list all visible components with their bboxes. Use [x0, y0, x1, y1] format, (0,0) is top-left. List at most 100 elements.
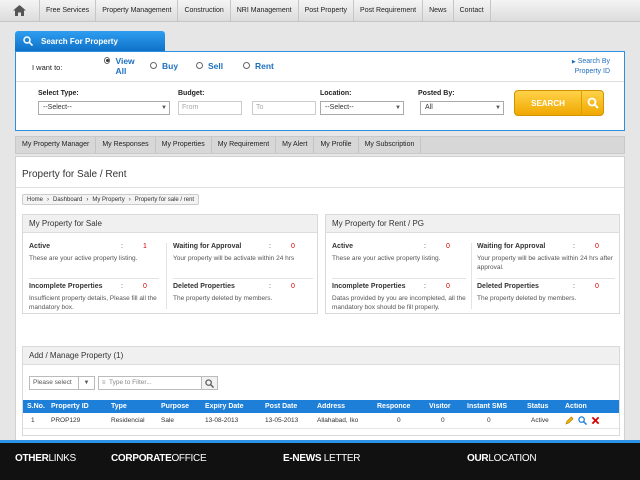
rent-deleted-colon: :	[573, 283, 575, 290]
subnav-responses[interactable]: My Responses	[96, 137, 156, 153]
sale-active-title[interactable]: Active	[29, 243, 50, 250]
divider	[173, 278, 313, 279]
subnav-profile[interactable]: My Profile	[314, 137, 359, 153]
location-dropdown[interactable]: --Select--	[320, 101, 404, 115]
budget-to-input[interactable]: To	[252, 101, 316, 115]
filter-input[interactable]: ≡ Type to Filter...	[98, 376, 202, 390]
nav-property-management[interactable]: Property Management	[96, 0, 179, 22]
subnav-subscription[interactable]: My Subscription	[359, 137, 422, 153]
divider	[166, 243, 167, 309]
view-search-icon[interactable]	[578, 416, 587, 425]
cell-expiry-date: 13-08-2013	[205, 417, 239, 424]
footer-other-links[interactable]: OTHERLINKS	[15, 453, 76, 464]
rent-deleted-count[interactable]: 0	[595, 283, 599, 290]
radio-sell-label: Sell	[208, 61, 224, 71]
rent-waiting-title[interactable]: Waiting for Approval	[477, 243, 545, 250]
budget-from-input[interactable]: From	[178, 101, 242, 115]
sale-waiting-count[interactable]: 0	[291, 243, 295, 250]
footer-corporate-rest: OFFICE	[171, 453, 207, 464]
sale-incomplete-title[interactable]: Incomplete Properties	[29, 283, 103, 290]
rent-incomplete-count[interactable]: 0	[446, 283, 450, 290]
radio-view-all[interactable]: View All	[104, 56, 144, 76]
search-tab[interactable]: Search For Property	[15, 31, 165, 51]
select-type-dropdown[interactable]: --Select--	[38, 101, 170, 115]
home-button[interactable]	[0, 0, 40, 22]
divider	[477, 278, 615, 279]
radio-sell[interactable]: Sell	[196, 61, 223, 71]
rent-active-count[interactable]: 0	[446, 243, 450, 250]
radio-rent[interactable]: Rent	[243, 61, 274, 71]
breadcrumb-dashboard[interactable]: Dashboard	[49, 197, 86, 203]
rent-deleted-title[interactable]: Deleted Properties	[477, 283, 539, 290]
select-type-label: Select Type:	[38, 90, 79, 97]
footer-corporate-office[interactable]: CORPORATEOFFICE	[111, 453, 207, 464]
sale-deleted-colon: :	[269, 283, 271, 290]
col-action: Action	[565, 403, 587, 410]
nav-nri-management[interactable]: NRI Management	[231, 0, 299, 22]
breadcrumb-home[interactable]: Home	[23, 197, 47, 203]
radio-buy-circle[interactable]	[150, 62, 157, 69]
col-purpose: Purpose	[161, 403, 190, 410]
sale-deleted-title[interactable]: Deleted Properties	[173, 283, 235, 290]
search-by-id-link[interactable]: ▶ Search By Property ID	[564, 57, 610, 76]
breadcrumb: Home › Dashboard › My Property › Propert…	[22, 194, 200, 205]
rent-waiting-count[interactable]: 0	[595, 243, 599, 250]
breadcrumb-my-property[interactable]: My Property	[88, 197, 128, 203]
search-icon	[23, 36, 33, 46]
cell-address: Allahabad, Iko	[317, 417, 359, 424]
account-subnav: My Property Manager My Responses My Prop…	[15, 136, 625, 154]
col-responce: Responce	[377, 403, 411, 410]
nav-post-property[interactable]: Post Property	[299, 0, 355, 22]
chevron-down-icon[interactable]: ▼	[78, 377, 94, 389]
posted-by-dropdown[interactable]: All	[420, 101, 504, 115]
filter-search-button[interactable]	[201, 376, 218, 390]
footer-enews-letter[interactable]: E-NEWS LETTER	[283, 453, 361, 464]
sale-incomplete-desc: Insufficient property details, Please fi…	[29, 295, 157, 311]
nav-contact[interactable]: Contact	[454, 0, 491, 22]
col-type: Type	[111, 403, 127, 410]
footer-our-location[interactable]: OURLOCATION	[467, 453, 537, 464]
cell-type: Residencial	[111, 417, 145, 424]
nav-news[interactable]: News	[423, 0, 454, 22]
footer-enews-rest: LETTER	[323, 453, 361, 464]
footer-enews-bold: E-NEWS	[283, 453, 322, 464]
filter-select[interactable]: Please select ▼	[29, 376, 95, 390]
sale-active-count[interactable]: 1	[143, 243, 147, 250]
budget-label: Budget:	[178, 90, 205, 97]
search-button[interactable]: SEARCH	[514, 90, 604, 116]
radio-buy-label: Buy	[162, 61, 179, 71]
sale-waiting-title[interactable]: Waiting for Approval	[173, 243, 241, 250]
nav-post-requirement[interactable]: Post Requirement	[354, 0, 424, 22]
nav-free-services[interactable]: Free Services	[40, 0, 97, 22]
radio-rent-circle[interactable]	[243, 62, 250, 69]
nav-construction[interactable]: Construction	[178, 0, 231, 22]
footer-other-rest: LINKS	[48, 453, 77, 464]
radio-view-all-circle[interactable]	[104, 57, 111, 64]
location-label: Location:	[320, 90, 352, 97]
subnav-properties[interactable]: My Properties	[156, 137, 212, 153]
sale-active-colon: :	[121, 243, 123, 250]
subnav-requirement[interactable]: My Requirement	[212, 137, 277, 153]
col-sno: S.No.	[27, 403, 45, 410]
radio-sell-circle[interactable]	[196, 62, 203, 69]
rent-active-title[interactable]: Active	[332, 243, 353, 250]
col-property-id: Property ID	[51, 403, 89, 410]
subnav-property-manager[interactable]: My Property Manager	[16, 137, 97, 153]
cell-post-date: 13-05-2013	[265, 417, 299, 424]
delete-x-icon[interactable]	[591, 416, 600, 425]
subnav-alert[interactable]: My Alert	[276, 137, 315, 153]
sale-deleted-count[interactable]: 0	[291, 283, 295, 290]
radio-buy[interactable]: Buy	[150, 61, 178, 71]
cell-status: Active	[531, 417, 549, 424]
cell-instant-sms: 0	[487, 417, 491, 424]
sale-incomplete-count[interactable]: 0	[143, 283, 147, 290]
search-button-icon-wrap	[581, 90, 603, 116]
cell-purpose: Sale	[161, 417, 175, 424]
rent-incomplete-desc: Datas provided by you are incompleted, a…	[332, 295, 466, 311]
manage-title: Add / Manage Property (1)	[23, 347, 619, 365]
filter-select-value: Please select	[33, 379, 72, 386]
edit-pencil-icon[interactable]	[565, 416, 574, 425]
rent-incomplete-title[interactable]: Incomplete Properties	[332, 283, 406, 290]
title-divider	[16, 187, 624, 188]
col-visitor: Visitor	[429, 403, 451, 410]
